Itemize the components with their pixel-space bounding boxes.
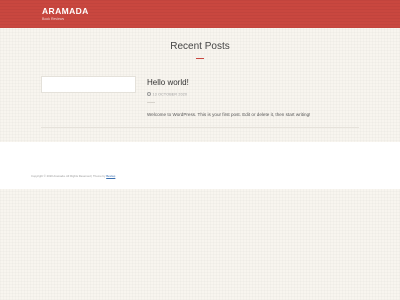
site-tagline: Book Reviews	[42, 17, 65, 21]
footer-copyright: Copyright © 2020 Aramada. All Rights Res…	[31, 174, 115, 178]
content-divider	[41, 127, 359, 128]
site-header: ARAMADA Book Reviews	[0, 0, 400, 28]
post-excerpt: Welcome to WordPress. This is your first…	[147, 112, 311, 117]
theme-link[interactable]: Bestwp	[106, 174, 115, 178]
post-title[interactable]: Hello world!	[147, 78, 189, 87]
post-date[interactable]: 13 OCTOBER 2020	[153, 93, 188, 97]
site-footer	[0, 142, 400, 189]
site-title[interactable]: ARAMADA	[42, 6, 89, 16]
post-meta: 13 OCTOBER 2020	[147, 92, 187, 97]
title-underline	[196, 57, 204, 59]
clock-icon	[147, 92, 151, 96]
post-thumbnail[interactable]	[41, 76, 136, 93]
section-title: Recent Posts	[170, 41, 230, 52]
copyright-text: Copyright © 2020 Aramada. All Rights Res…	[31, 174, 107, 178]
post-divider	[147, 102, 155, 103]
